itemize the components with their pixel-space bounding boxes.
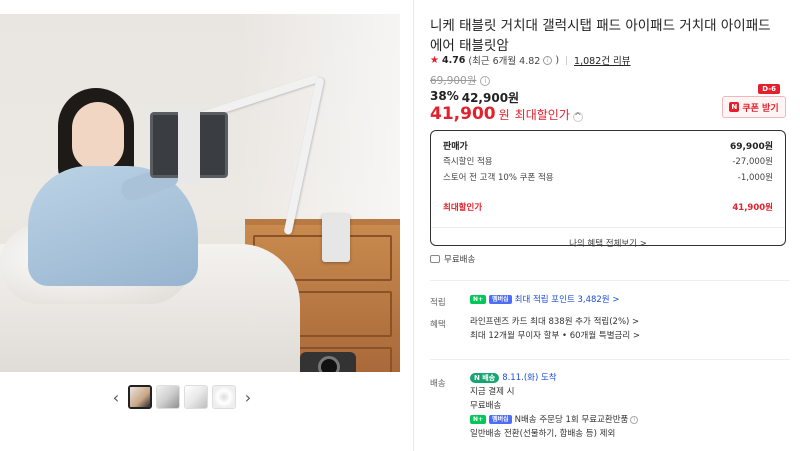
column-divider — [413, 0, 414, 451]
info-icon[interactable]: i — [630, 415, 639, 424]
card-benefit-link[interactable]: 라인프렌즈 카드 최대 838원 추가 적립(2%) > — [470, 315, 640, 329]
product-main-image[interactable] — [0, 14, 400, 372]
dday-badge: D-6 — [758, 84, 780, 94]
delivery-body: N 배송 8.11.(화) 도착 지금 결제 시 무료배송 N+ 멤버십 N배송 주문… — [470, 371, 639, 441]
rating-score: 4.76 — [441, 54, 466, 66]
model-face — [72, 102, 124, 170]
truck-icon — [430, 255, 440, 263]
product-info: 니케 태블릿 거치대 갤럭시탭 패드 아이패드 거치대 아이패드에어 태블릿암 … — [430, 0, 790, 451]
thumbnail-2[interactable] — [156, 385, 180, 409]
info-icon[interactable]: i — [480, 75, 491, 86]
thumbnail-prev-button[interactable]: ‹ — [108, 385, 124, 409]
naver-n-icon: N — [729, 102, 740, 112]
benefit-body: 라인프렌즈 카드 최대 838원 추가 적립(2%) > 최대 12개월 무이자… — [470, 315, 640, 343]
star-icon: ★ — [430, 54, 439, 66]
section-divider — [430, 280, 790, 281]
rating-recent: (최근 6개월 4.82 — [468, 56, 541, 67]
price-row-coupon: 스토어 전 고객 10% 쿠폰 적용 -1,000원 — [443, 173, 773, 183]
price-row-max: 최대할인가 41,900원 — [443, 203, 773, 213]
camera-prop — [300, 352, 356, 372]
price-row-instant: 즉시할인 적용 -27,000원 — [443, 157, 773, 167]
n-delivery-badge: N 배송 — [470, 373, 500, 383]
thumbnail-strip: ‹ › — [108, 380, 258, 414]
background-light — [240, 14, 400, 234]
tablet-holder — [178, 106, 200, 184]
thumbnail-next-button[interactable]: › — [240, 385, 256, 409]
nplus-badge: N+ — [470, 295, 487, 304]
original-price-row: 69,900원 i — [430, 73, 491, 88]
best-price-row: 41,900 원 최대할인가 ^ — [430, 104, 583, 124]
best-price: 41,900 — [430, 104, 496, 124]
thumbnail-3[interactable] — [184, 385, 208, 409]
nplus-badge: N+ — [470, 415, 487, 424]
original-price: 69,900원 — [430, 75, 477, 87]
stand-clamp — [322, 214, 350, 262]
thumbnail-4[interactable] — [212, 385, 236, 409]
membership-badge: 멤버십 — [489, 415, 512, 424]
rating-row: ★ 4.76 (최근 6개월 4.82 i) 1,082건 리뷰 — [430, 53, 631, 68]
price-breakdown-box: 판매가 69,900원 즉시할인 적용 -27,000원 스토어 전 고객 10… — [430, 130, 786, 249]
installment-link[interactable]: 최대 12개월 무이자 할부 • 60개월 특별금리 > — [470, 329, 640, 343]
coupon-area: D-6 N 쿠폰 받기 — [722, 84, 786, 120]
coupon-button[interactable]: N 쿠폰 받기 — [722, 96, 786, 118]
thumbnail-1[interactable] — [128, 385, 152, 409]
price-row-sale: 판매가 69,900원 — [443, 141, 773, 152]
section-divider — [430, 359, 790, 360]
best-price-label: 최대할인가 — [514, 108, 570, 122]
points-body: N+ 멤버십 최대 적립 포인트 3,482원 > — [470, 293, 619, 307]
delivery-label: 배송 — [430, 379, 446, 389]
free-shipping-row: 무료배송 — [430, 253, 475, 265]
delivery-date: 8.11.(화) 도착 — [502, 373, 557, 383]
all-benefits-link[interactable]: 나의 혜택 전체보기 > — [443, 237, 773, 249]
membership-badge: 멤버십 — [489, 295, 512, 304]
chevron-up-icon[interactable]: ^ — [572, 112, 583, 122]
product-title: 니케 태블릿 거치대 갤럭시탭 패드 아이패드 거치대 아이패드에어 태블릿암 — [430, 18, 771, 54]
points-label: 적립 — [430, 298, 446, 308]
benefit-label: 혜택 — [430, 320, 446, 330]
reviews-link[interactable]: 1,082건 리뷰 — [574, 53, 630, 67]
info-icon[interactable]: i — [543, 55, 553, 65]
points-link[interactable]: 최대 적립 포인트 3,482원 > — [515, 295, 620, 305]
